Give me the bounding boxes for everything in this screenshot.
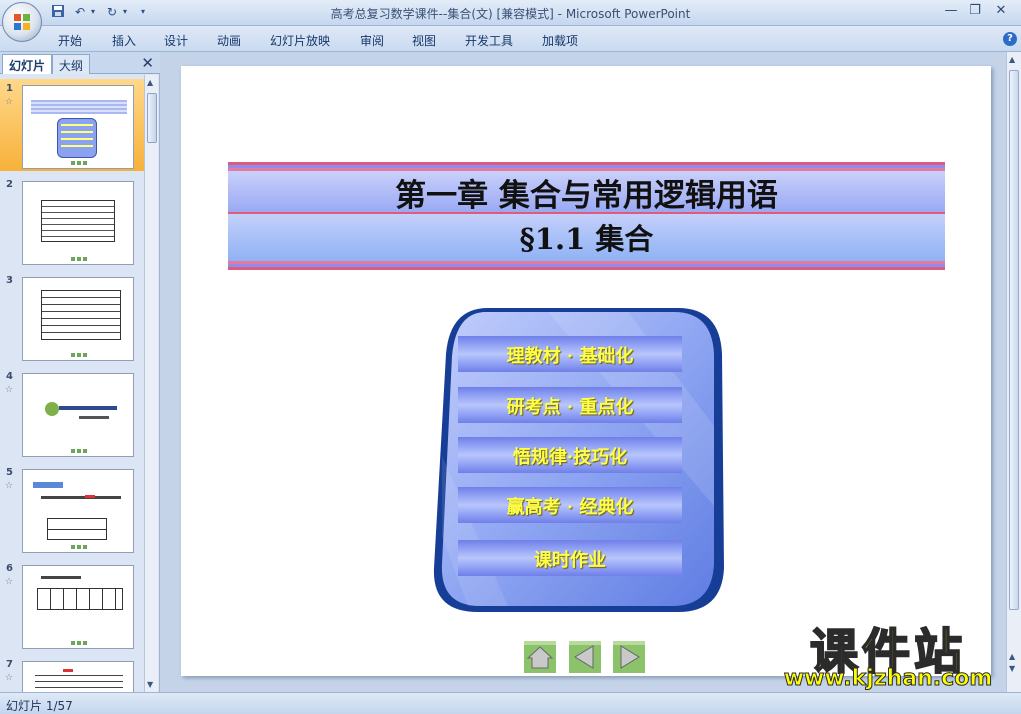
thumbnail-image: [22, 373, 134, 457]
scroll-down-icon[interactable]: ▼: [147, 680, 153, 689]
editor-scrollbar[interactable]: ▲ ▲ ▼: [1006, 52, 1021, 692]
slide-editor: 第一章 集合与常用逻辑用语 §1.1 集合 理教材 · 基础化 研考点 · 重点…: [161, 52, 1006, 692]
slide-thumbnail-4[interactable]: 4 ☆: [0, 367, 144, 459]
menu-panel: 理教材 · 基础化 研考点 · 重点化 悟规律·技巧化 赢高考 · 经典化 课时…: [428, 306, 726, 616]
slide-canvas[interactable]: 第一章 集合与常用逻辑用语 §1.1 集合 理教材 · 基础化 研考点 · 重点…: [181, 66, 991, 676]
next-icon[interactable]: [613, 641, 645, 673]
animation-icon: ☆: [5, 673, 14, 683]
slide-number: 1: [6, 83, 13, 94]
slide-thumbnail-1[interactable]: 1 ☆: [0, 79, 144, 171]
close-panel-icon[interactable]: ✕: [141, 54, 154, 72]
slide-thumbnail-7[interactable]: 7 ☆: [0, 655, 144, 692]
thumbnail-image: [22, 565, 134, 649]
tab-outline[interactable]: 大纲: [52, 54, 91, 74]
scroll-thumb[interactable]: [147, 93, 157, 143]
slide-number: 4: [6, 371, 13, 382]
panel-tabs: 幻灯片 大纲 ✕: [0, 52, 160, 74]
tab-animations[interactable]: 动画: [217, 32, 241, 49]
menu-item-gaokao[interactable]: 赢高考 · 经典化: [458, 487, 682, 523]
animation-icon: ☆: [5, 481, 14, 491]
menu-item-label: 理教材 · 基础化: [506, 346, 634, 367]
menu-item-label: 课时作业: [534, 550, 606, 571]
tab-review[interactable]: 审阅: [360, 32, 384, 49]
menu-item-patterns[interactable]: 悟规律·技巧化: [458, 437, 682, 473]
thumbnail-image: [22, 181, 134, 265]
thumbnail-scrollbar[interactable]: ▲ ▼: [144, 75, 158, 692]
menu-item-textbook[interactable]: 理教材 · 基础化: [458, 336, 682, 372]
tab-add-ins[interactable]: 加载项: [542, 32, 578, 49]
status-bar: 幻灯片 1/57: [0, 692, 1021, 714]
scroll-up-icon[interactable]: ▲: [147, 78, 153, 87]
thumbnail-image: [22, 85, 134, 169]
home-icon[interactable]: [524, 641, 556, 673]
slide-thumbnail-5[interactable]: 5 ☆: [0, 463, 144, 555]
title-bar: ↶ ▾ ↻ ▾ ▾ 高考总复习数学课件--集合(文) [兼容模式] - Micr…: [0, 0, 1021, 42]
thumbnail-image: [22, 661, 134, 692]
slide-number: 3: [6, 275, 13, 286]
animation-icon: ☆: [5, 577, 14, 587]
slide-thumbnail-6[interactable]: 6 ☆: [0, 559, 144, 651]
tab-slides[interactable]: 幻灯片: [2, 54, 53, 74]
tab-developer[interactable]: 开发工具: [465, 32, 513, 49]
scroll-thumb[interactable]: [1009, 70, 1019, 610]
window-title: 高考总复习数学课件--集合(文) [兼容模式] - Microsoft Powe…: [330, 7, 691, 21]
menu-item-homework[interactable]: 课时作业: [458, 540, 682, 576]
watermark-url: www.kjzhan.com: [783, 666, 993, 692]
tab-view[interactable]: 视图: [412, 32, 436, 49]
previous-icon[interactable]: [569, 641, 601, 673]
restore-icon[interactable]: ❐: [964, 2, 986, 20]
title-banner: 第一章 集合与常用逻辑用语 §1.1 集合: [228, 162, 945, 271]
office-logo-icon: [14, 14, 30, 30]
slide-title: 第一章 集合与常用逻辑用语: [395, 178, 778, 214]
slides-panel: 幻灯片 大纲 ✕ 1 ☆ 2 3 4 ☆ 5 ☆ 6 ☆ 7 ☆ ▲ ▼: [0, 52, 160, 692]
slide-thumbnail-2[interactable]: 2: [0, 175, 144, 267]
slide-number: 2: [6, 179, 13, 190]
close-icon[interactable]: ✕: [990, 2, 1012, 20]
menu-item-label: 赢高考 · 经典化: [506, 497, 634, 518]
tab-design[interactable]: 设计: [164, 32, 188, 49]
office-button[interactable]: [2, 2, 42, 42]
scroll-up-icon[interactable]: ▲: [1009, 55, 1015, 64]
ribbon-tabs: 开始 插入 设计 动画 幻灯片放映 审阅 视图 开发工具 加载项 ?: [0, 26, 1021, 52]
menu-item-label: 研考点 · 重点化: [506, 397, 634, 418]
menu-item-label: 悟规律·技巧化: [512, 447, 628, 468]
thumbnail-image: [22, 277, 134, 361]
help-icon[interactable]: ?: [1003, 32, 1017, 46]
tab-slide-show[interactable]: 幻灯片放映: [270, 32, 330, 49]
tab-home[interactable]: 开始: [58, 32, 82, 49]
scroll-down-icon[interactable]: ▼: [1009, 664, 1015, 673]
slide-number: 7: [6, 659, 13, 670]
tab-insert[interactable]: 插入: [112, 32, 136, 49]
animation-icon: ☆: [5, 385, 14, 395]
animation-icon: ☆: [5, 97, 14, 107]
slide-subtitle: §1.1 集合: [519, 222, 654, 256]
thumbnail-image: [22, 469, 134, 553]
thumbnail-list: 1 ☆ 2 3 4 ☆ 5 ☆ 6 ☆ 7 ☆: [0, 75, 144, 692]
scroll-up-icon[interactable]: ▲: [1009, 652, 1015, 661]
slide-number: 6: [6, 563, 13, 574]
watermark-logo: 课件站 www.kjzhan.com: [768, 612, 1008, 692]
slide-number: 5: [6, 467, 13, 478]
menu-item-exam-points[interactable]: 研考点 · 重点化: [458, 387, 682, 423]
slide-thumbnail-3[interactable]: 3: [0, 271, 144, 363]
minimize-icon[interactable]: —: [940, 2, 962, 20]
slide-counter: 幻灯片 1/57: [6, 699, 73, 713]
